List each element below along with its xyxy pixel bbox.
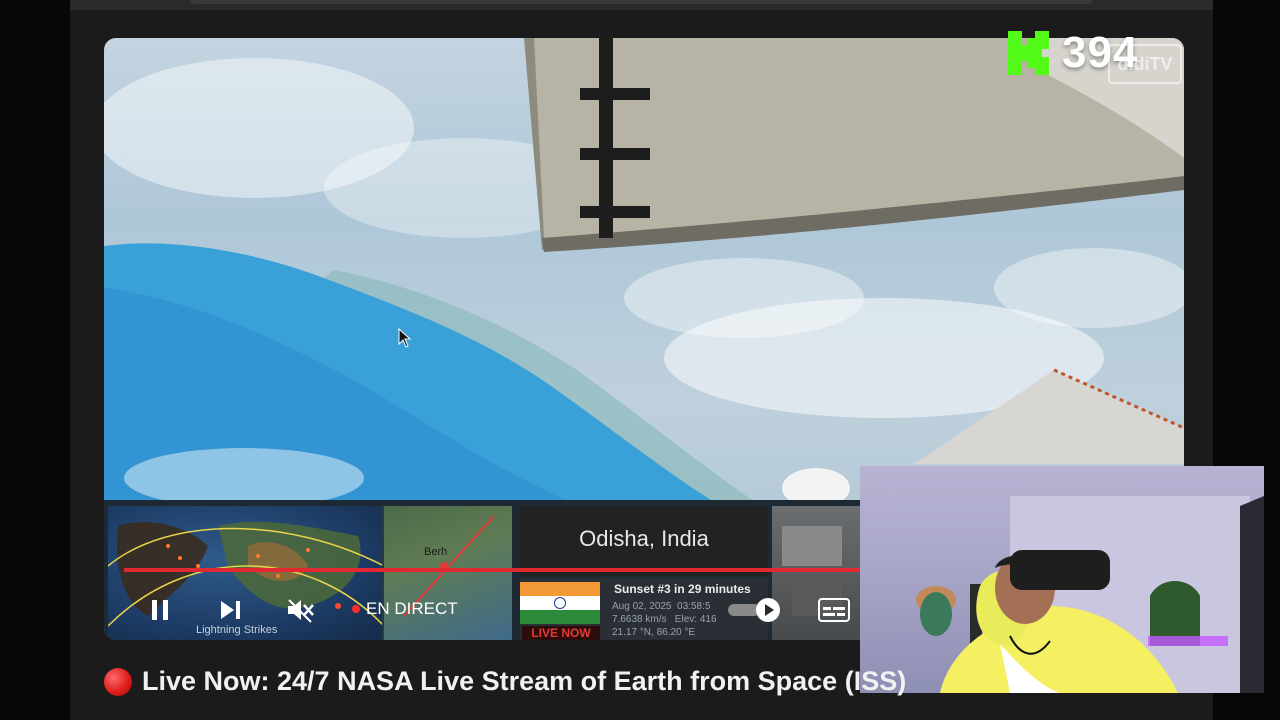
skip-next-icon — [221, 601, 240, 619]
webcam-scene — [916, 496, 1264, 693]
mouse-cursor — [398, 327, 412, 353]
live-progress-bar[interactable] — [124, 568, 859, 572]
autoplay-toggle-icon — [728, 598, 780, 622]
location-label: Odisha, India — [520, 506, 768, 576]
mute-button[interactable] — [280, 590, 320, 630]
live-dot-icon — [352, 605, 360, 613]
kick-logo-icon — [1008, 31, 1049, 75]
live-indicator[interactable]: EN DIRECT — [352, 599, 458, 619]
live-label: EN DIRECT — [366, 599, 458, 618]
cursor-arrow-icon — [398, 327, 412, 348]
watermark-text: didiTV — [1117, 54, 1173, 74]
next-button[interactable] — [210, 590, 250, 630]
player-controls: EN DIRECT — [104, 590, 864, 630]
subtitles-button[interactable] — [812, 590, 856, 630]
video-title-text[interactable]: Live Now: 24/7 NASA Live Stream of Earth… — [142, 666, 906, 697]
live-red-dot-icon — [104, 667, 132, 696]
autoplay-toggle[interactable] — [724, 590, 784, 630]
streamer-webcam — [860, 466, 1264, 693]
pause-icon — [152, 600, 168, 620]
zoom-city-label: Berh — [424, 546, 448, 558]
pause-button[interactable] — [140, 590, 180, 630]
subtitles-icon — [818, 598, 850, 622]
channel-watermark: didiTV — [1108, 44, 1182, 84]
volume-muted-icon — [288, 599, 314, 623]
video-title[interactable]: Live Now: 24/7 NASA Live Stream of Earth… — [104, 666, 906, 697]
top-bar — [70, 0, 1213, 10]
